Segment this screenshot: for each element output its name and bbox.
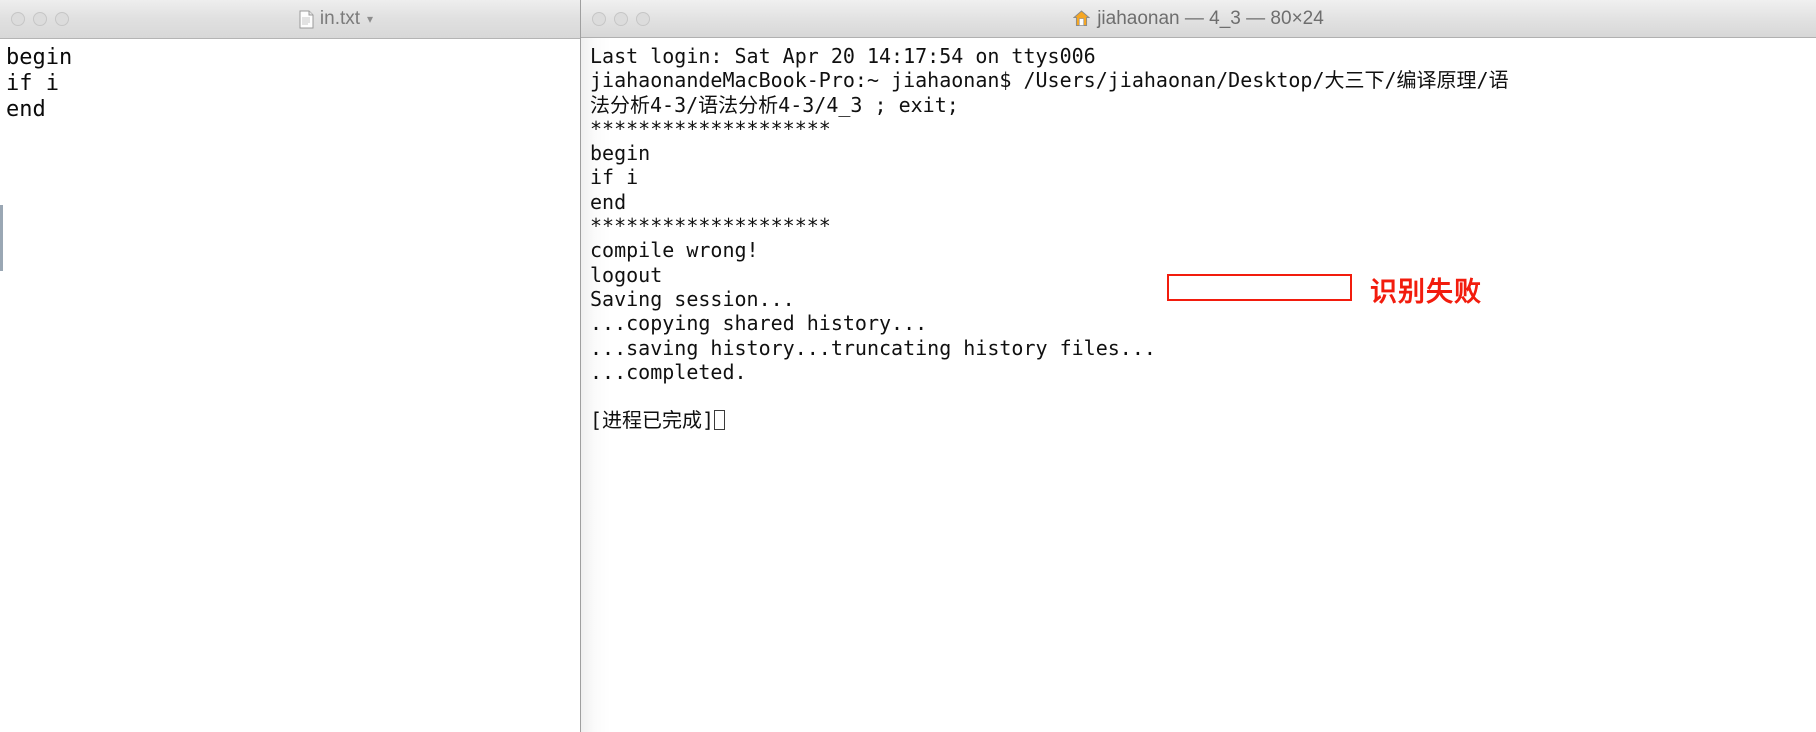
editor-text-area[interactable]: begin if i end bbox=[0, 39, 672, 732]
editor-minimize-button[interactable] bbox=[33, 12, 47, 26]
chevron-down-icon[interactable]: ▾ bbox=[367, 12, 373, 26]
desktop: in.txt ▾ begin if i end jiahaonan — 4_3 … bbox=[0, 0, 1816, 732]
terminal-window: jiahaonan — 4_3 — 80×24 Last login: Sat … bbox=[580, 0, 1816, 732]
editor-zoom-button[interactable] bbox=[55, 12, 69, 26]
editor-line: end bbox=[6, 97, 46, 122]
editor-titlebar[interactable]: in.txt ▾ bbox=[0, 0, 672, 39]
editor-line: if i bbox=[6, 71, 59, 96]
terminal-close-button[interactable] bbox=[592, 11, 606, 26]
process-complete-text: [进程已完成] bbox=[590, 408, 715, 433]
home-icon bbox=[1072, 10, 1091, 27]
terminal-line: if i bbox=[590, 165, 639, 190]
terminal-traffic-lights bbox=[592, 11, 650, 26]
terminal-line: ...copying shared history... bbox=[590, 311, 928, 336]
terminal-line: begin bbox=[590, 141, 651, 166]
terminal-cursor bbox=[714, 410, 726, 431]
terminal-line: ...completed. bbox=[590, 359, 747, 384]
terminal-title: jiahaonan — 4_3 — 80×24 bbox=[1097, 7, 1324, 29]
editor-close-button[interactable] bbox=[11, 12, 25, 26]
terminal-zoom-button[interactable] bbox=[636, 11, 650, 26]
terminal-title-group: jiahaonan — 4_3 — 80×24 bbox=[581, 0, 1816, 37]
editor-title: in.txt bbox=[319, 8, 361, 29]
terminal-line-process-complete: [进程已完成] bbox=[590, 408, 1816, 432]
editor-traffic-lights bbox=[11, 12, 69, 26]
terminal-titlebar[interactable]: jiahaonan — 4_3 — 80×24 bbox=[581, 0, 1816, 38]
terminal-line: ******************** bbox=[590, 214, 831, 239]
terminal-line: 法分析4-3/语法分析4-3/4_3 ; exit; bbox=[590, 92, 959, 117]
document-icon bbox=[299, 10, 314, 29]
terminal-line: jiahaonandeMacBook-Pro:~ jiahaonan$ /Use… bbox=[590, 68, 1509, 93]
editor-line: begin bbox=[6, 45, 73, 70]
editor-title-group: in.txt ▾ bbox=[0, 0, 672, 38]
terminal-line: Saving session... bbox=[590, 286, 795, 311]
editor-edge-marker bbox=[0, 205, 3, 271]
terminal-line-compile-error: compile wrong! bbox=[590, 238, 759, 263]
terminal-line: ...saving history...truncating history f… bbox=[590, 335, 1156, 360]
terminal-line: ******************** bbox=[590, 116, 831, 141]
terminal-minimize-button[interactable] bbox=[614, 11, 628, 26]
text-editor-window: in.txt ▾ begin if i end bbox=[0, 0, 672, 732]
annotation-note: 识别失败 bbox=[1370, 277, 1482, 308]
terminal-output-area[interactable]: Last login: Sat Apr 20 14:17:54 on ttys0… bbox=[581, 38, 1816, 732]
terminal-line: Last login: Sat Apr 20 14:17:54 on ttys0… bbox=[590, 44, 1096, 68]
terminal-line: end bbox=[590, 189, 627, 214]
terminal-line: logout bbox=[590, 262, 663, 287]
